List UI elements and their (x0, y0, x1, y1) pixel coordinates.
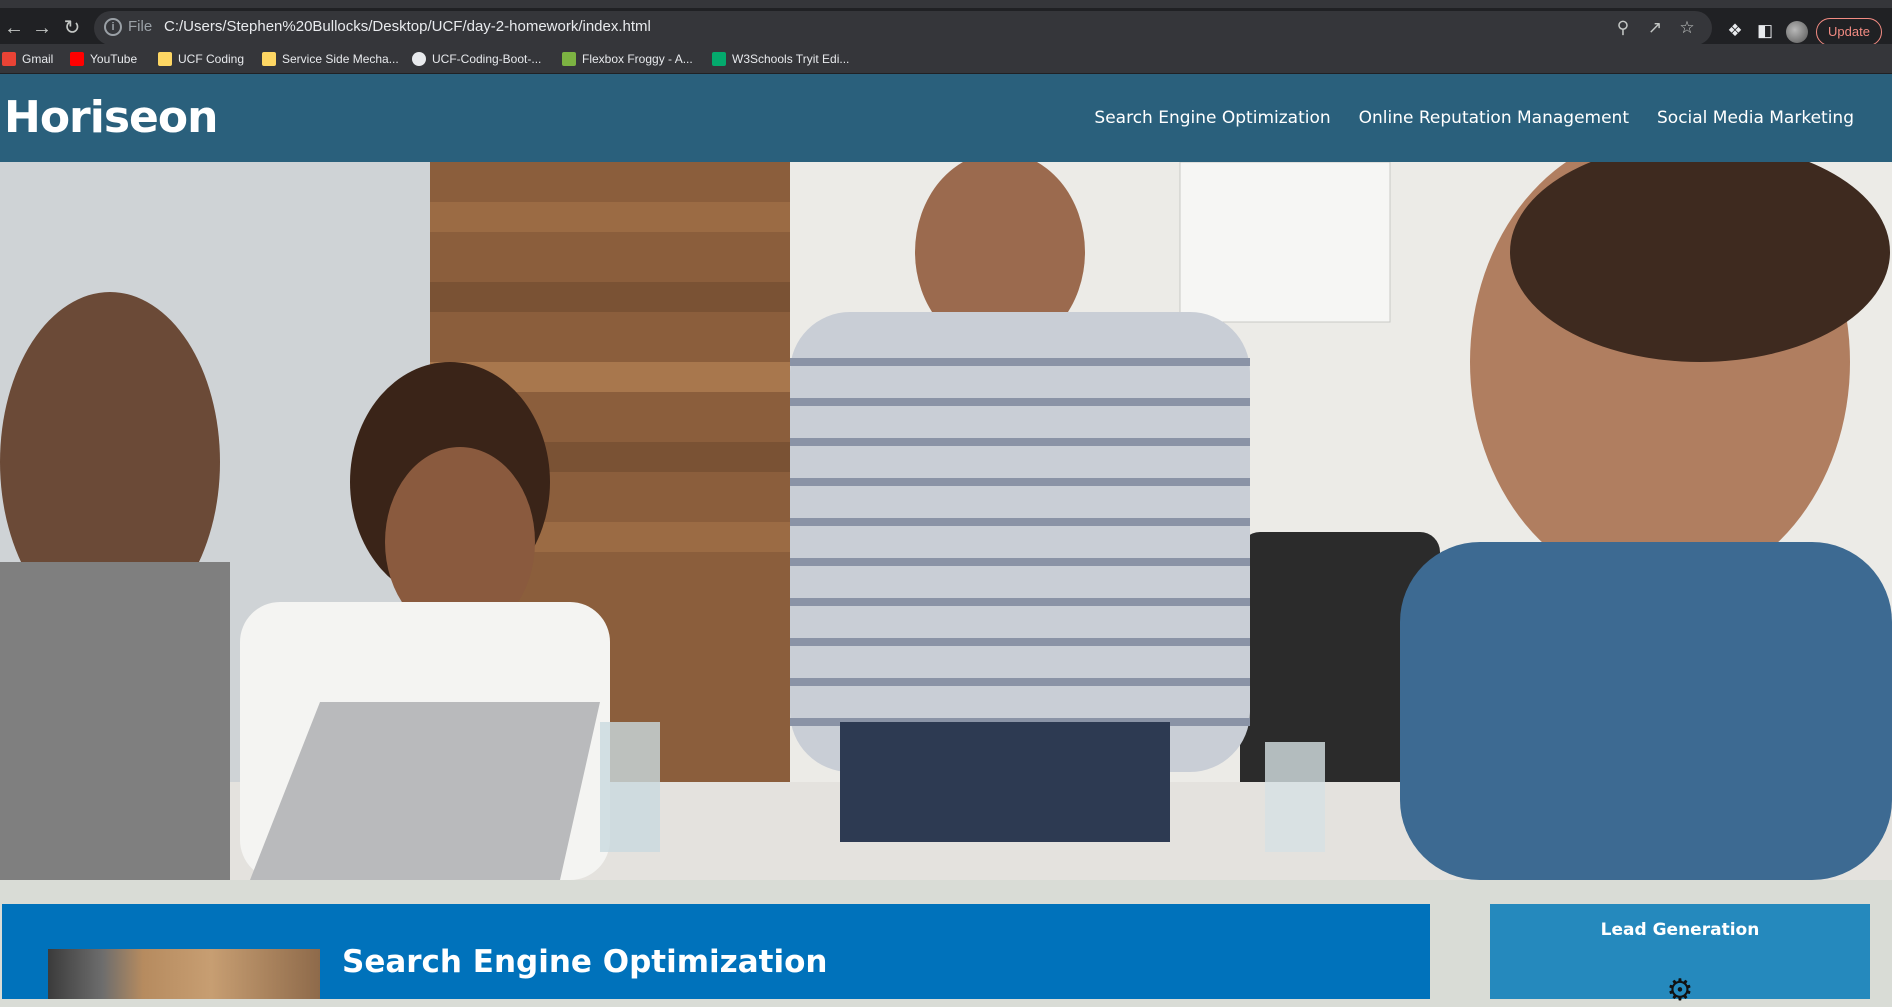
bookmark-flexbox-froggy[interactable]: Flexbox Froggy - A... (562, 44, 693, 74)
benefits-sidebar: Lead Generation ⚙ (1490, 904, 1870, 1006)
hero-image (0, 162, 1892, 880)
info-icon[interactable]: i (104, 18, 122, 36)
back-arrow-icon[interactable]: ← (0, 14, 28, 42)
web-page: Horiseon Search Engine Optimization Onli… (0, 74, 1892, 1006)
gear-icon: ⚙ (1666, 974, 1694, 1007)
extensions-icon[interactable]: ❖ (1724, 20, 1746, 42)
nav-link-reputation[interactable]: Online Reputation Management (1359, 108, 1629, 128)
bookmark-w3schools[interactable]: W3Schools Tryit Edi... (712, 44, 849, 74)
seo-section: Search Engine Optimization (2, 904, 1430, 999)
youtube-icon (70, 52, 84, 66)
bookmark-gmail[interactable]: Gmail (2, 44, 53, 74)
site-logo[interactable]: Horiseon (4, 92, 218, 143)
share-icon[interactable]: ↗ (1644, 17, 1666, 39)
bookmark-ucf-bootcamp[interactable]: UCF-Coding-Boot-... (412, 44, 541, 74)
update-button[interactable]: Update (1816, 18, 1882, 46)
frog-icon (562, 52, 576, 66)
seo-thumbnail-image (48, 949, 320, 999)
profile-avatar[interactable] (1786, 21, 1808, 43)
scheme-label: File (128, 18, 153, 35)
folder-icon (262, 52, 276, 66)
star-bookmark-icon[interactable]: ☆ (1676, 17, 1698, 39)
bookmark-youtube[interactable]: YouTube (70, 44, 137, 74)
folder-icon (158, 52, 172, 66)
site-nav: Search Engine Optimization Online Reputa… (1094, 108, 1854, 128)
site-header: Horiseon Search Engine Optimization Onli… (0, 74, 1892, 162)
github-icon (412, 52, 426, 66)
lead-generation-title: Lead Generation (1600, 920, 1760, 940)
bookmarks-bar: Gmail YouTube UCF Coding Service Side Me… (0, 44, 1892, 74)
forward-arrow-icon[interactable]: → (28, 14, 56, 42)
nav-link-social[interactable]: Social Media Marketing (1657, 108, 1854, 128)
reload-icon[interactable]: ↻ (58, 14, 86, 42)
address-bar[interactable]: i File C:/Users/Stephen%20Bullocks/Deskt… (94, 11, 1712, 45)
gmail-icon (2, 52, 16, 66)
url-text[interactable]: C:/Users/Stephen%20Bullocks/Desktop/UCF/… (164, 18, 651, 35)
nav-link-seo[interactable]: Search Engine Optimization (1094, 108, 1330, 128)
browser-toolbar: ← → ↻ i File C:/Users/Stephen%20Bullocks… (0, 0, 1892, 46)
side-panel-icon[interactable]: ◧ (1754, 20, 1776, 42)
zoom-search-icon[interactable]: ⚲ (1612, 17, 1634, 39)
w3schools-icon (712, 52, 726, 66)
bookmark-service-side[interactable]: Service Side Mecha... (262, 44, 399, 74)
hero-photo-illustration (0, 162, 1892, 880)
seo-section-title: Search Engine Optimization (342, 944, 828, 980)
bookmark-ucf-coding[interactable]: UCF Coding (158, 44, 244, 74)
